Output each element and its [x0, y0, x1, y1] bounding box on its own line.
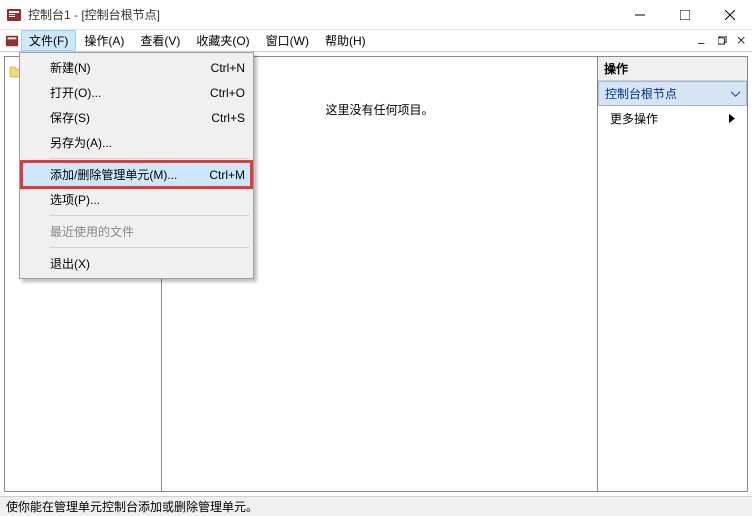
window-controls — [617, 0, 752, 29]
mdi-icon — [3, 30, 21, 51]
status-text: 使你能在管理单元控制台添加或删除管理单元。 — [6, 498, 258, 515]
actions-context[interactable]: 控制台根节点 — [598, 81, 747, 106]
client-area: 新建(N)Ctrl+N 打开(O)...Ctrl+O 保存(S)Ctrl+S 另… — [0, 52, 752, 496]
actions-header: 操作 — [598, 57, 747, 81]
app-icon — [6, 7, 22, 23]
menu-item-open[interactable]: 打开(O)...Ctrl+O — [22, 80, 251, 105]
menu-item-options[interactable]: 选项(P)... — [22, 187, 251, 212]
menu-item-save[interactable]: 保存(S)Ctrl+S — [22, 105, 251, 130]
menu-favorites[interactable]: 收藏夹(O) — [188, 30, 257, 51]
menu-item-new[interactable]: 新建(N)Ctrl+N — [22, 55, 251, 80]
collapse-icon — [731, 87, 740, 101]
menu-file[interactable]: 文件(F) — [21, 30, 76, 51]
menu-bar: 文件(F) 操作(A) 查看(V) 收藏夹(O) 窗口(W) 帮助(H) — [0, 30, 752, 52]
mdi-close-button[interactable] — [732, 30, 752, 51]
window-title: 控制台1 - [控制台根节点] — [28, 6, 617, 23]
menu-help[interactable]: 帮助(H) — [317, 30, 374, 51]
actions-pane: 操作 控制台根节点 更多操作 — [598, 56, 748, 492]
menu-window[interactable]: 窗口(W) — [258, 30, 317, 51]
menu-item-recent: 最近使用的文件 — [22, 219, 251, 244]
minimize-button[interactable] — [617, 0, 662, 29]
close-button[interactable] — [707, 0, 752, 29]
mdi-restore-button[interactable] — [712, 30, 732, 51]
empty-message: 这里没有任何项目。 — [325, 101, 433, 491]
menu-item-saveas[interactable]: 另存为(A)... — [22, 130, 251, 155]
submenu-arrow-icon — [729, 112, 735, 126]
actions-more[interactable]: 更多操作 — [598, 106, 747, 131]
menu-item-add-remove-snapin[interactable]: 添加/删除管理单元(M)...Ctrl+M — [22, 162, 251, 187]
menu-separator — [50, 247, 249, 248]
title-bar: 控制台1 - [控制台根节点] — [0, 0, 752, 30]
menu-item-exit[interactable]: 退出(X) — [22, 251, 251, 276]
menu-separator — [50, 215, 249, 216]
file-menu-dropdown: 新建(N)Ctrl+N 打开(O)...Ctrl+O 保存(S)Ctrl+S 另… — [19, 52, 254, 279]
maximize-button[interactable] — [662, 0, 707, 29]
menu-separator — [50, 158, 249, 159]
menu-view[interactable]: 查看(V) — [132, 30, 188, 51]
menu-action[interactable]: 操作(A) — [76, 30, 132, 51]
mdi-minimize-button[interactable] — [692, 30, 712, 51]
status-bar: 使你能在管理单元控制台添加或删除管理单元。 — [0, 496, 752, 516]
